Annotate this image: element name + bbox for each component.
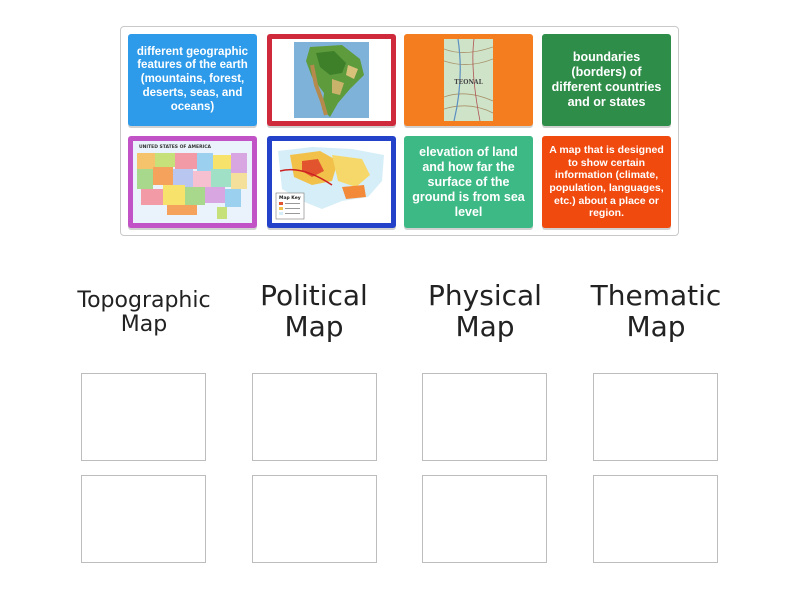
- category-heading-physical: Physical Map: [428, 279, 542, 343]
- topographic-contour-map-image: TEONAL: [444, 39, 493, 121]
- map-label-text: TEONAL: [454, 79, 483, 86]
- category-heading-topographic: Topographic Map: [77, 288, 211, 338]
- map-title-text: UNITED STATES OF AMERICA: [139, 144, 212, 150]
- card-political-definition[interactable]: boundaries (borders) of different countr…: [542, 34, 671, 126]
- usa-thematic-map-image: Map Key: [272, 141, 391, 223]
- drop-zone-political-2[interactable]: [252, 475, 377, 563]
- card-physical-definition[interactable]: different geographic features of the ear…: [128, 34, 257, 126]
- drop-zone-thematic-1[interactable]: [593, 373, 718, 461]
- south-america-physical-map-image: [272, 39, 391, 121]
- drop-zone-thematic-2[interactable]: [593, 475, 718, 563]
- card-usa-political-map[interactable]: UNITED STATES OF AMERICA: [128, 136, 257, 228]
- drop-zone-political-1[interactable]: [252, 373, 377, 461]
- drop-zone-topographic-1[interactable]: [81, 373, 206, 461]
- map-key-text: Map Key: [279, 195, 301, 201]
- card-text: A map that is designed to show certain i…: [549, 144, 664, 220]
- card-topographic-map[interactable]: TEONAL: [404, 34, 533, 126]
- card-thematic-definition[interactable]: A map that is designed to show certain i…: [542, 136, 671, 228]
- usa-political-map-image: UNITED STATES OF AMERICA: [133, 141, 252, 223]
- card-topographic-definition[interactable]: elevation of land and how far the surfac…: [404, 136, 533, 228]
- card-text: boundaries (borders) of different countr…: [551, 50, 662, 109]
- card-south-america-map[interactable]: [267, 34, 396, 126]
- card-text: different geographic features of the ear…: [136, 45, 249, 113]
- category-heading-thematic: Thematic Map: [590, 279, 722, 343]
- category-heading-political: Political Map: [260, 279, 368, 343]
- card-usa-thematic-map[interactable]: Map Key: [267, 136, 396, 228]
- drop-zone-physical-1[interactable]: [422, 373, 547, 461]
- card-text: elevation of land and how far the surfac…: [412, 144, 525, 219]
- drop-zone-topographic-2[interactable]: [81, 475, 206, 563]
- drop-zone-physical-2[interactable]: [422, 475, 547, 563]
